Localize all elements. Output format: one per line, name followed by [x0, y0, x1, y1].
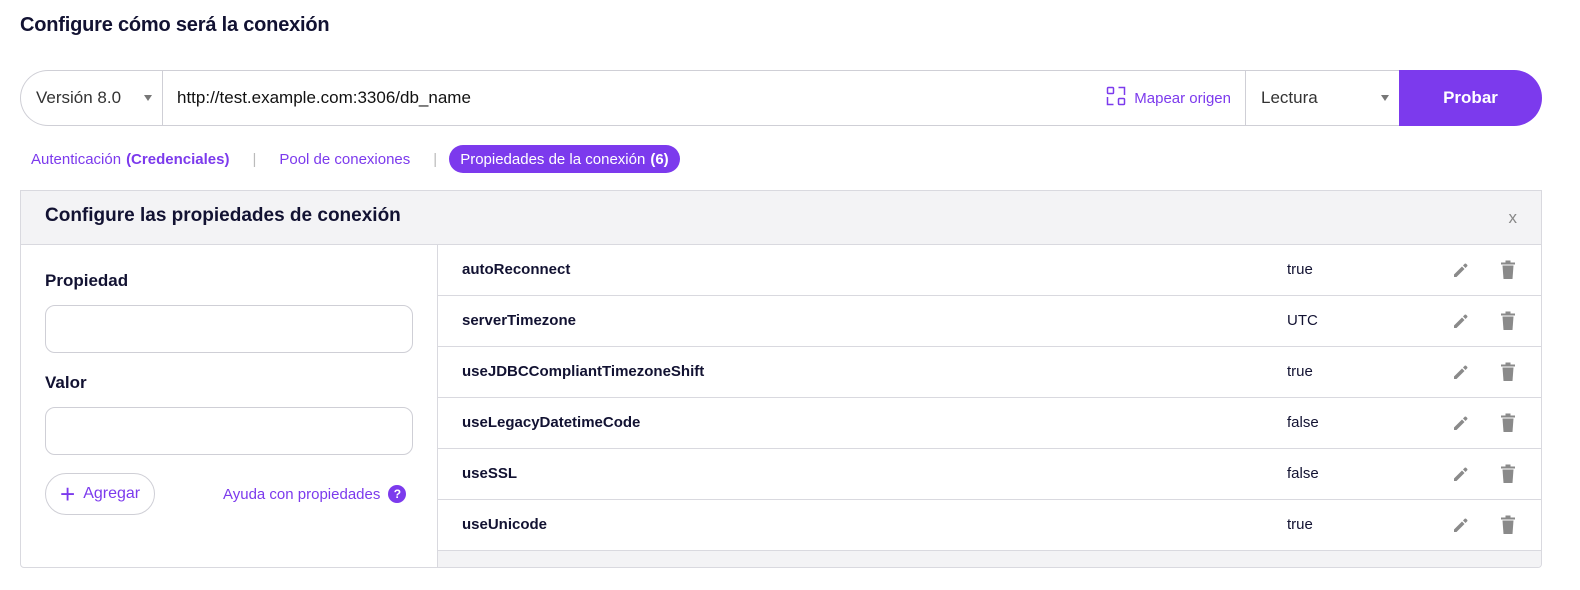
property-value: false — [1287, 465, 1319, 482]
trash-icon[interactable] — [1497, 361, 1519, 383]
property-input[interactable] — [45, 305, 413, 353]
url-input[interactable] — [177, 88, 1093, 108]
value-input[interactable] — [45, 407, 413, 455]
property-value: false — [1287, 414, 1319, 431]
tab-connection-properties-label: Propiedades de la conexión — [460, 150, 646, 168]
panel-title: Configure las propiedades de conexión — [45, 205, 401, 226]
property-value: true — [1287, 261, 1313, 278]
property-value: true — [1287, 363, 1313, 380]
chevron-down-icon — [1381, 95, 1389, 101]
trash-icon[interactable] — [1497, 514, 1519, 536]
pencil-icon[interactable] — [1450, 514, 1472, 536]
pencil-icon[interactable] — [1450, 463, 1472, 485]
trash-icon[interactable] — [1497, 310, 1519, 332]
tab-authentication-label: Autenticación — [31, 150, 122, 168]
trash-icon[interactable] — [1497, 463, 1519, 485]
page-title: Configure cómo será la conexión — [20, 14, 330, 36]
tab-connection-properties-count: (6) — [650, 150, 669, 168]
property-form: Propiedad Valor + Agregar Ayuda con prop… — [21, 245, 438, 567]
table-row: serverTimezone UTC — [438, 296, 1541, 347]
add-button[interactable]: + Agregar — [45, 473, 156, 515]
value-label: Valor — [45, 373, 87, 392]
pencil-icon[interactable] — [1450, 310, 1472, 332]
table-row: useSSL false — [438, 449, 1541, 500]
property-name: serverTimezone — [462, 312, 576, 329]
version-select[interactable]: Versión 8.0 — [21, 71, 163, 125]
map-origin-icon — [1106, 86, 1126, 110]
tab-separator: | — [252, 150, 257, 168]
property-label: Propiedad — [45, 271, 129, 290]
mode-select[interactable]: Lectura — [1245, 71, 1399, 125]
property-name: autoReconnect — [462, 261, 571, 278]
plus-icon: + — [60, 479, 76, 509]
trash-icon[interactable] — [1497, 259, 1519, 281]
connection-fields: Versión 8.0 Mapear origen Lectura — [20, 70, 1399, 126]
help-link-label: Ayuda con propiedades — [223, 485, 381, 503]
table-row: useJDBCCompliantTimezoneShift true — [438, 347, 1541, 398]
property-value: UTC — [1287, 312, 1318, 329]
property-name: useUnicode — [462, 516, 548, 533]
mode-select-label: Lectura — [1261, 88, 1318, 107]
test-button[interactable]: Probar — [1399, 70, 1542, 126]
pencil-icon[interactable] — [1450, 259, 1472, 281]
url-input-wrapper — [163, 71, 1093, 125]
tab-separator: | — [433, 150, 438, 168]
add-button-label: Agregar — [83, 485, 141, 502]
map-origin-label: Mapear origen — [1134, 89, 1231, 107]
table-row: autoReconnect true — [438, 245, 1541, 296]
properties-table: autoReconnect true serverTimezone UTC useJDB… — [438, 245, 1541, 567]
close-button[interactable]: x — [1509, 208, 1518, 228]
property-name: useJDBCCompliantTimezoneShift — [462, 363, 705, 380]
pencil-icon[interactable] — [1450, 361, 1472, 383]
property-name: useLegacyDatetimeCode — [462, 414, 641, 431]
tab-connection-pool[interactable]: Pool de conexiones — [268, 145, 421, 173]
table-row: useUnicode true — [438, 500, 1541, 551]
help-link[interactable]: Ayuda con propiedades ? — [223, 485, 407, 503]
connection-tabs: Autenticación (Credenciales) | Pool de c… — [20, 145, 680, 173]
properties-panel: Configure las propiedades de conexión x … — [20, 190, 1542, 568]
tab-connection-pool-label: Pool de conexiones — [279, 150, 411, 168]
map-origin-button[interactable]: Mapear origen — [1092, 71, 1245, 125]
panel-header: Configure las propiedades de conexión x — [21, 191, 1541, 245]
property-value: true — [1287, 516, 1313, 533]
tab-authentication[interactable]: Autenticación (Credenciales) — [20, 145, 240, 173]
property-name: useSSL — [462, 465, 518, 482]
chevron-down-icon — [144, 95, 152, 101]
pencil-icon[interactable] — [1450, 412, 1472, 434]
question-icon: ? — [388, 485, 407, 503]
tab-authentication-suffix: (Credenciales) — [126, 150, 230, 168]
tab-connection-properties[interactable]: Propiedades de la conexión (6) — [449, 145, 680, 173]
table-row: useLegacyDatetimeCode false — [438, 398, 1541, 449]
version-select-label: Versión 8.0 — [36, 88, 122, 107]
trash-icon[interactable] — [1497, 412, 1519, 434]
connection-bar: Versión 8.0 Mapear origen Lectura Probar — [20, 70, 1542, 126]
